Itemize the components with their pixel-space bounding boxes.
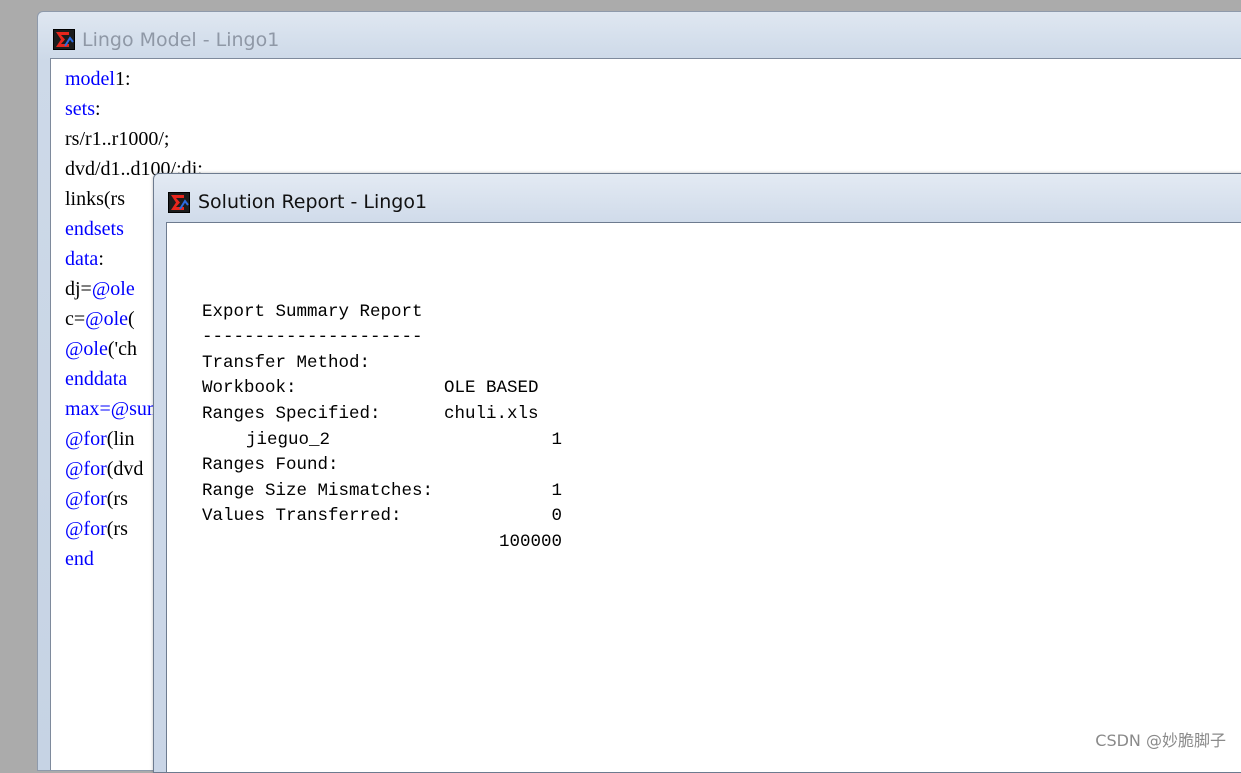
model-title-bar[interactable]: Lingo Model - Lingo1	[38, 12, 1241, 58]
code-keyword: @for	[65, 458, 107, 480]
code-keyword: sets	[65, 98, 95, 120]
code-keyword: @ole	[65, 338, 108, 360]
range-size-mismatches-value: 0	[551, 506, 562, 527]
code-keyword: @for	[65, 518, 107, 540]
code-keyword: enddata	[65, 368, 128, 390]
values-transferred-label: Values Transferred:	[202, 506, 402, 527]
export-summary-report: Export Summary Report ------------------…	[202, 274, 562, 552]
code-keyword: endsets	[65, 218, 124, 240]
report-text-area[interactable]: Export Summary Report ------------------…	[166, 222, 1241, 772]
report-separator: ---------------------	[202, 300, 562, 347]
code-text: (rs	[106, 518, 128, 540]
report-heading: Export Summary Report	[202, 274, 562, 322]
ranges-found-row: Ranges Found: 1	[202, 428, 562, 501]
code-text: rs/r1..r1000/;	[65, 128, 170, 150]
code-keyword: max	[65, 398, 100, 420]
lingo-app-icon	[168, 192, 190, 213]
code-keyword: data	[65, 248, 99, 270]
code-text: dj=	[65, 278, 92, 300]
code-keyword: @for	[65, 428, 107, 450]
code-text: (rs	[106, 488, 128, 510]
code-line: rs/r1..r1000/;	[65, 124, 203, 154]
range-name-row: jieguo_2	[202, 402, 562, 450]
range-size-mismatches-row: Range Size Mismatches: 0	[202, 453, 562, 527]
code-keyword: end	[65, 548, 94, 570]
code-text: (	[128, 308, 135, 330]
code-line: model1:	[65, 64, 203, 94]
report-title-bar[interactable]: Solution Report - Lingo1	[154, 174, 1241, 222]
transfer-method-row: Transfer Method: OLE BASED	[202, 325, 562, 399]
code-text: 1:	[115, 68, 131, 90]
code-text: (dvd	[106, 458, 144, 480]
model-window-title: Lingo Model - Lingo1	[82, 29, 280, 51]
csdn-watermark: CSDN @妙脆脚子	[1095, 731, 1226, 750]
lingo-app-icon	[53, 29, 75, 50]
code-line: sets:	[65, 94, 203, 124]
report-window-title: Solution Report - Lingo1	[198, 191, 428, 213]
workbook-row: Workbook: chuli.xls	[202, 351, 562, 424]
code-keyword: model	[65, 68, 115, 90]
values-transferred-row: Values Transferred: 100000	[202, 479, 562, 552]
code-text: links(rs	[65, 188, 125, 210]
values-transferred-value: 100000	[498, 531, 562, 552]
ranges-specified-row: Ranges Specified: 1	[202, 376, 562, 450]
code-text: ('ch	[107, 338, 137, 360]
code-keyword: @ole	[85, 308, 129, 330]
code-keyword: @for	[65, 488, 107, 510]
solution-report-window[interactable]: Solution Report - Lingo1 Export Summary …	[153, 173, 1241, 773]
code-keyword: @ole	[91, 278, 135, 300]
code-text: (lin	[106, 428, 135, 450]
code-text: :	[95, 98, 101, 120]
code-text: c=	[65, 308, 86, 330]
code-text: :	[98, 248, 104, 270]
